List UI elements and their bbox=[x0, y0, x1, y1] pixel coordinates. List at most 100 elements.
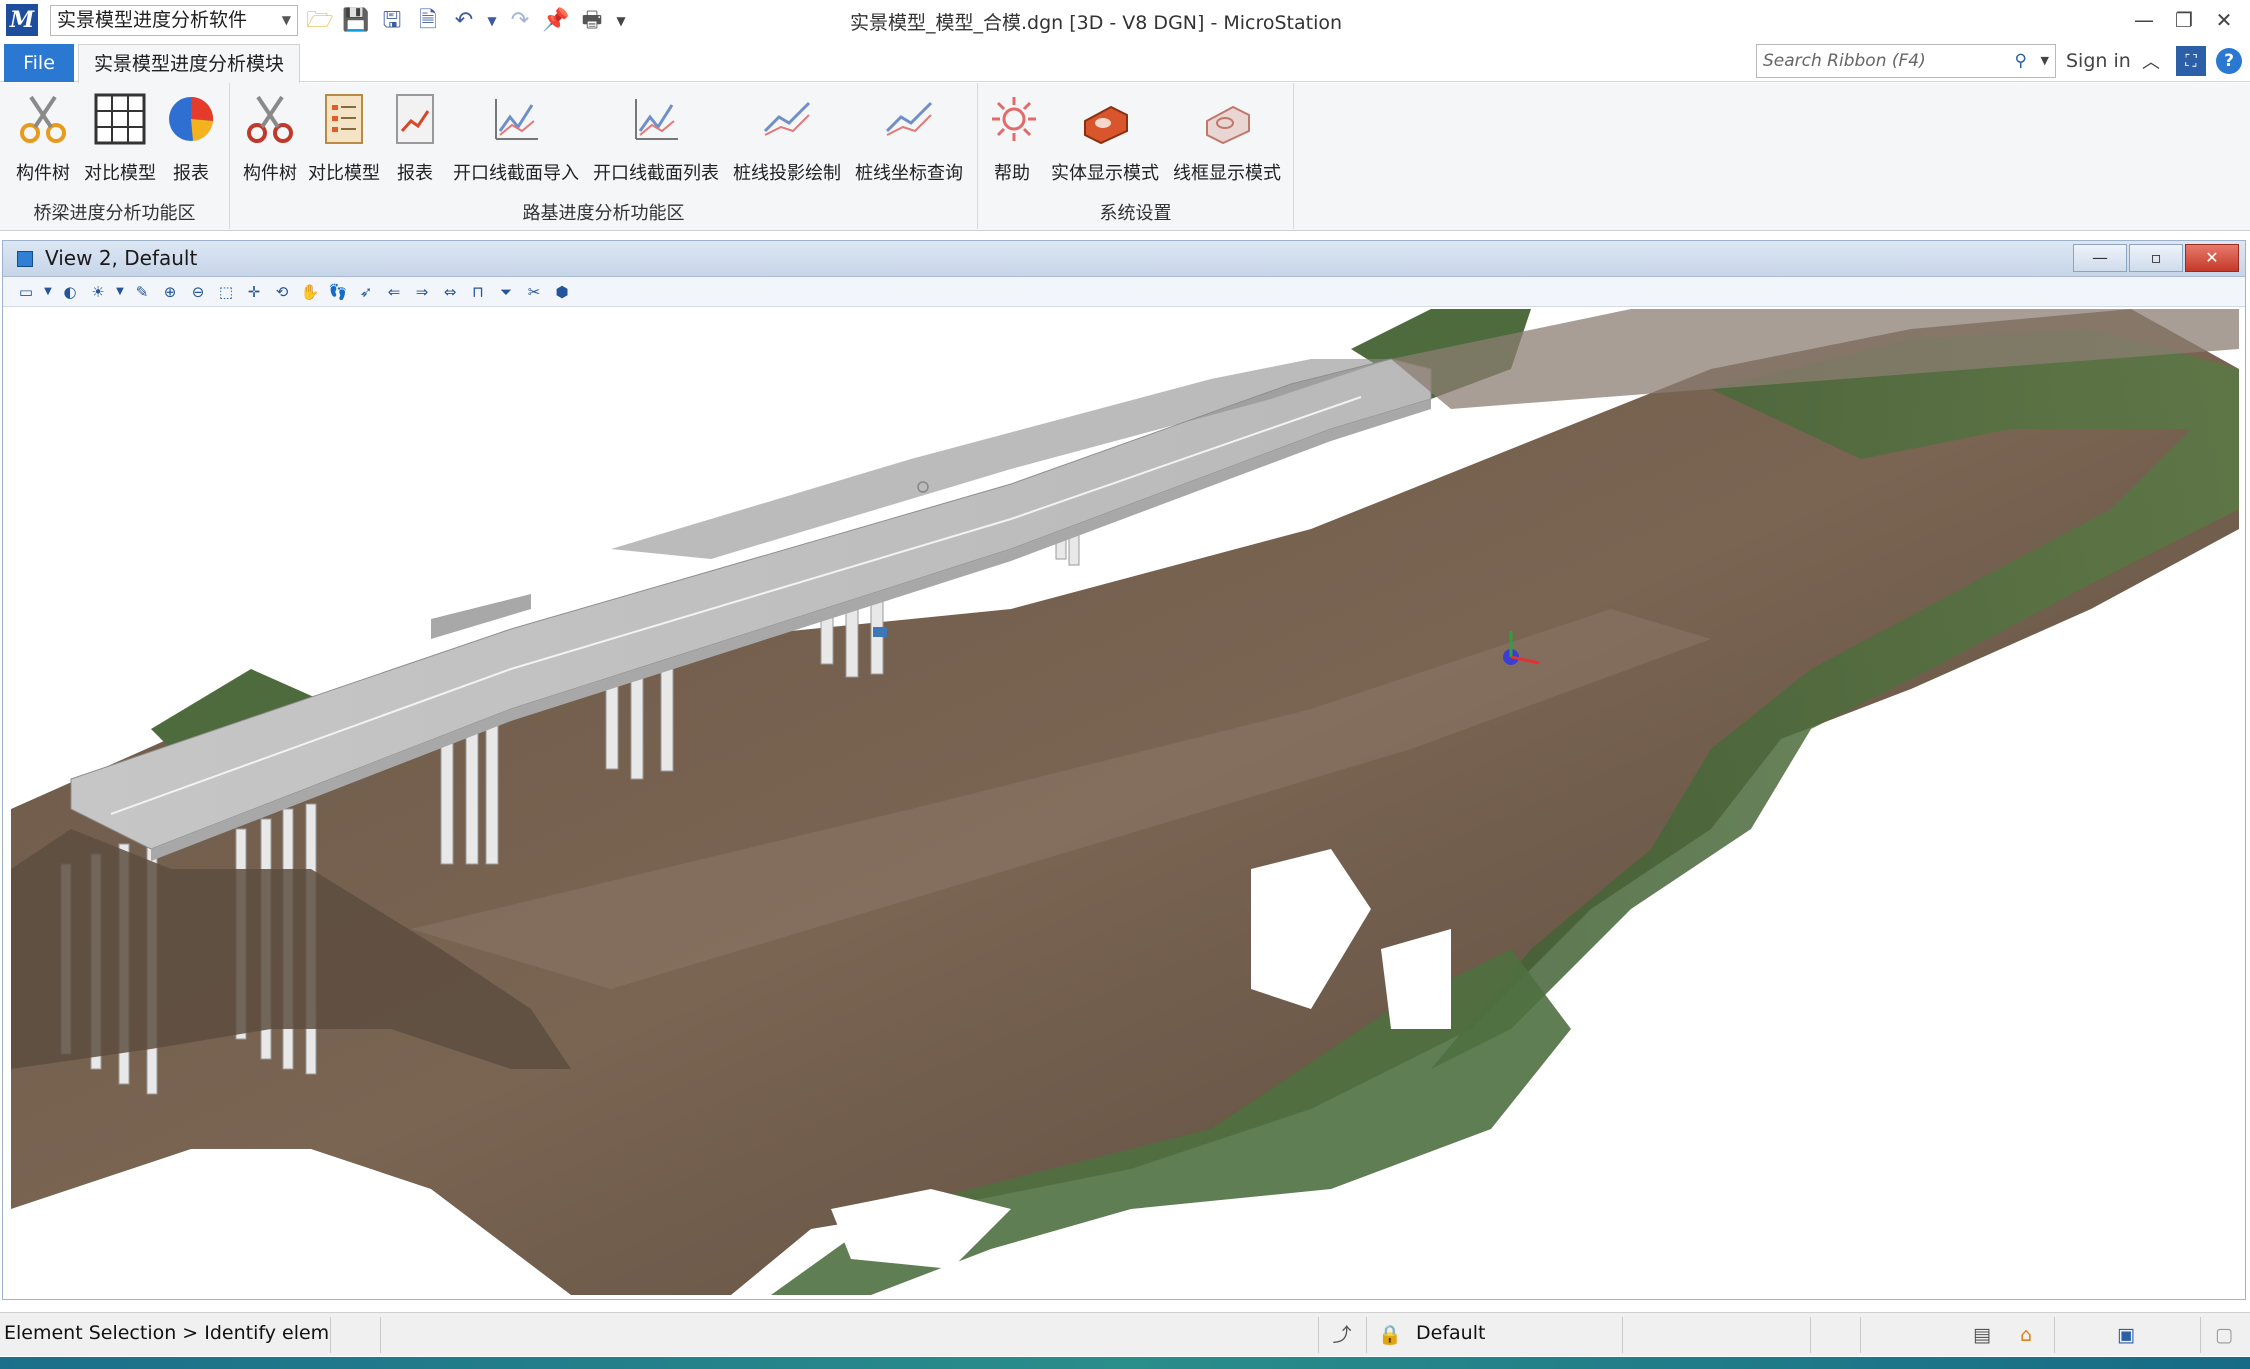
ribbon-button-report[interactable]: 报表 bbox=[160, 91, 222, 191]
ribbon-tab-row: File 实景模型进度分析模块 Search Ribbon (F4) ⚲ ▼ S… bbox=[0, 42, 2250, 83]
display-style-icon[interactable]: ◐ bbox=[59, 281, 81, 303]
clip-volume-icon[interactable]: ⊓ bbox=[467, 281, 489, 303]
active-level[interactable]: Default bbox=[1416, 1322, 1485, 1344]
ribbon-button-solid-mode[interactable]: 实体显示模式 bbox=[1046, 91, 1164, 191]
line-chart-icon bbox=[495, 99, 538, 140]
save-all-icon[interactable]: 🖫 bbox=[377, 6, 407, 36]
view-close-button[interactable]: ✕ bbox=[2185, 244, 2239, 272]
solid-block-icon bbox=[1084, 105, 1128, 145]
collapse-ribbon-icon[interactable]: ︿ bbox=[2142, 48, 2160, 74]
ribbon-button-wireframe-mode[interactable]: 线框显示模式 bbox=[1168, 91, 1286, 191]
view-minimize-button[interactable]: — bbox=[2073, 244, 2127, 272]
customize-qat-icon[interactable]: ▼ bbox=[613, 6, 629, 36]
fly-icon[interactable]: ➶ bbox=[355, 281, 377, 303]
ribbon-button-pile-projection[interactable]: 桩线投影绘制 bbox=[726, 91, 848, 191]
status-divider bbox=[1622, 1317, 1623, 1353]
ribbon-button-label: 开口线截面列表 bbox=[593, 163, 719, 184]
reality-mesh-scene bbox=[11, 309, 2239, 1295]
update-view-icon[interactable]: ✎ bbox=[131, 281, 153, 303]
view-window-controls: — ▫ ✕ bbox=[2073, 244, 2239, 272]
chevron-down-icon[interactable]: ▼ bbox=[2041, 45, 2049, 77]
ribbon-button-label: 构件树 bbox=[16, 163, 70, 184]
zoom-out-icon[interactable]: ⊖ bbox=[187, 281, 209, 303]
zoom-in-icon[interactable]: ⊕ bbox=[159, 281, 181, 303]
rotate-view-icon[interactable]: ⟲ bbox=[271, 281, 293, 303]
window-controls: — ❐ ✕ bbox=[2128, 4, 2240, 36]
view-maximize-button[interactable]: ▫ bbox=[2129, 244, 2183, 272]
window-area-icon[interactable]: ⬚ bbox=[215, 281, 237, 303]
microstation-logo-icon[interactable]: M bbox=[6, 4, 38, 36]
community-icon[interactable]: ⛶ bbox=[2176, 46, 2206, 76]
message-center-icon[interactable]: ▢ bbox=[2210, 1321, 2238, 1349]
ribbon-button-label: 实体显示模式 bbox=[1051, 163, 1159, 184]
ribbon-button-label: 线框显示模式 bbox=[1173, 163, 1281, 184]
scissors-icon bbox=[20, 95, 66, 143]
ribbon-button-component-tree-2[interactable]: 构件树 bbox=[236, 91, 304, 191]
sign-in-link[interactable]: Sign in bbox=[2066, 50, 2131, 72]
ribbon-button-report-2[interactable]: 报表 bbox=[384, 91, 446, 191]
view-previous-icon[interactable]: ⇐ bbox=[383, 281, 405, 303]
undo-icon[interactable]: ↶ bbox=[449, 6, 479, 36]
snap-mode-icon[interactable]: ⤴ bbox=[1328, 1321, 1356, 1349]
ribbon-button-component-tree[interactable]: 构件树 bbox=[8, 91, 78, 191]
home-icon[interactable]: ⌂ bbox=[2012, 1321, 2040, 1349]
status-divider bbox=[1366, 1317, 1367, 1353]
clip-mask-icon[interactable]: ⏷ bbox=[495, 281, 517, 303]
compress-icon[interactable]: 🗎 bbox=[413, 6, 443, 36]
view-next-icon[interactable]: ⇒ bbox=[411, 281, 433, 303]
status-prompt: Element Selection > Identify elem bbox=[4, 1322, 330, 1344]
pin-icon[interactable]: 📌 bbox=[541, 6, 571, 36]
line-chart-icon bbox=[635, 99, 678, 140]
ribbon-button-help[interactable]: 帮助 bbox=[986, 91, 1038, 191]
view-toolbar: ▭ ▼ ◐ ☀ ▼ ✎ ⊕ ⊖ ⬚ ✛ ⟲ ✋ 👣 ➶ ⇐ ⇒ ⇔ ⊓ ⏷ ✂ … bbox=[3, 277, 2245, 307]
view-title: View 2, Default bbox=[45, 246, 198, 270]
minimize-button[interactable]: — bbox=[2128, 4, 2160, 36]
toggle-clip-icon[interactable]: ✂ bbox=[523, 281, 545, 303]
ribbon-button-label: 报表 bbox=[173, 163, 209, 184]
redo-icon[interactable]: ↷ bbox=[505, 6, 535, 36]
save-icon[interactable]: 💾 bbox=[341, 6, 371, 36]
chevron-down-icon[interactable]: ▼ bbox=[43, 281, 53, 303]
search-ribbon-placeholder: Search Ribbon (F4) bbox=[1763, 51, 1926, 71]
search-icon[interactable]: ⚲ bbox=[2015, 45, 2027, 77]
fit-view-icon[interactable]: ✛ bbox=[243, 281, 265, 303]
ribbon-button-section-import[interactable]: 开口线截面导入 bbox=[446, 91, 586, 191]
chevron-down-icon[interactable]: ▼ bbox=[115, 281, 125, 303]
ribbon-button-compare-model-2[interactable]: 对比模型 bbox=[304, 91, 384, 191]
ribbon-button-section-list[interactable]: 开口线截面列表 bbox=[586, 91, 726, 191]
restore-button[interactable]: ❐ bbox=[2168, 4, 2200, 36]
view-attributes-icon[interactable]: ▭ bbox=[15, 281, 37, 303]
view-title-bar[interactable]: View 2, Default — ▫ ✕ bbox=[3, 241, 2245, 277]
status-divider bbox=[1318, 1317, 1319, 1353]
open-folder-icon[interactable]: 🗁 bbox=[305, 6, 335, 36]
lock-icon[interactable]: 🔒 bbox=[1376, 1321, 1404, 1349]
walk-icon[interactable]: 👣 bbox=[327, 281, 349, 303]
pie-chart-icon bbox=[169, 96, 214, 141]
model-icon[interactable]: ▣ bbox=[2112, 1321, 2140, 1349]
lighting-icon[interactable]: ☀ bbox=[87, 281, 109, 303]
help-icon[interactable]: ? bbox=[2216, 48, 2242, 74]
gear-outline-icon bbox=[992, 97, 1036, 141]
tab-file[interactable]: File bbox=[4, 44, 74, 82]
3d-viewport[interactable] bbox=[11, 309, 2239, 1295]
design-file-icon[interactable]: ▤ bbox=[1968, 1321, 1996, 1349]
ribbon-button-pile-coordinate[interactable]: 桩线坐标查询 bbox=[848, 91, 970, 191]
title-bar: M 实景模型进度分析软件 ▼ 🗁 💾 🖫 🗎 ↶ ▼ ↷ 📌 🖶 ▼ 实景模型_… bbox=[0, 0, 2250, 42]
quick-access-toolbar: 🗁 💾 🖫 🗎 ↶ ▼ ↷ 📌 🖶 ▼ bbox=[305, 4, 629, 38]
camera-icon[interactable]: ⬢ bbox=[551, 281, 573, 303]
desktop-taskbar-strip bbox=[0, 1357, 2250, 1369]
print-icon[interactable]: 🖶 bbox=[577, 6, 607, 36]
trend-line-icon bbox=[763, 101, 811, 136]
search-ribbon-input[interactable]: Search Ribbon (F4) ⚲ ▼ bbox=[1756, 44, 2056, 78]
workflow-select[interactable]: 实景模型进度分析软件 ▼ bbox=[50, 5, 298, 36]
ribbon-button-compare-model[interactable]: 对比模型 bbox=[80, 91, 160, 191]
pan-view-icon[interactable]: ✋ bbox=[299, 281, 321, 303]
ribbon-button-label: 帮助 bbox=[994, 163, 1030, 184]
ribbon-button-label: 对比模型 bbox=[308, 163, 380, 184]
scissors-icon bbox=[247, 95, 293, 143]
close-button[interactable]: ✕ bbox=[2208, 4, 2240, 36]
status-divider bbox=[330, 1317, 331, 1353]
copy-view-icon[interactable]: ⇔ bbox=[439, 281, 461, 303]
undo-dropdown-icon[interactable]: ▼ bbox=[485, 6, 499, 36]
tab-progress-module[interactable]: 实景模型进度分析模块 bbox=[78, 44, 300, 83]
